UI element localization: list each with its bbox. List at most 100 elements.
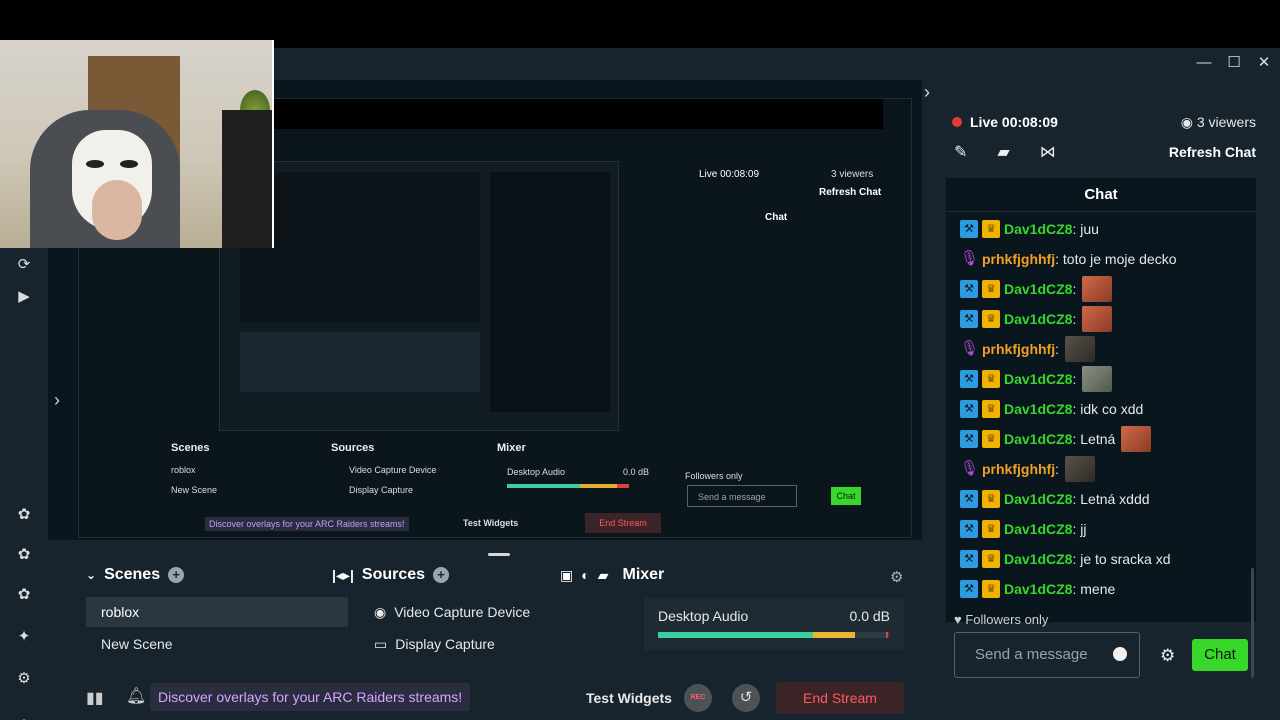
nested-promo: Discover overlays for your ARC Raiders s…	[205, 517, 409, 531]
chat-username[interactable]: prhkfjghhfj	[982, 251, 1055, 267]
dock-resize-handle[interactable]	[488, 553, 510, 556]
chat-text: :	[1055, 341, 1059, 357]
source-item[interactable]: ◉ Video Capture Device	[366, 598, 626, 626]
viewer-count: ◉ 3 viewers	[1181, 114, 1256, 131]
mixer-title: Mixer	[622, 566, 665, 583]
moderator-badge-icon: ⚒	[960, 580, 978, 598]
chat-username[interactable]: prhkfjghhfj	[982, 341, 1055, 357]
close-icon[interactable]: ✕	[1258, 54, 1271, 71]
nested-message-input: Send a message	[687, 485, 797, 507]
screen-icon[interactable]: ▣	[560, 567, 573, 584]
nested-source-video: Video Capture Device	[349, 465, 437, 475]
followers-only-text: Followers only	[965, 612, 1049, 627]
chat-settings-icon[interactable]: ⚙	[1160, 646, 1175, 666]
add-scene-button[interactable]: +	[168, 567, 185, 583]
add-source-button[interactable]: +	[433, 567, 450, 583]
chat-username[interactable]: Dav1dCZ8	[1004, 581, 1072, 597]
refresh-chat-button[interactable]: Refresh Chat	[1169, 144, 1256, 160]
broadcaster-mic-icon: 🎙︎	[960, 250, 980, 267]
highlighter-icon[interactable]: ✿	[14, 584, 34, 604]
folder-icon[interactable]: ▰	[598, 567, 609, 584]
scene-item[interactable]: New Scene	[86, 629, 348, 659]
scene-item[interactable]: roblox	[86, 597, 348, 627]
editor-dock: ⌄ Scenes + roblox New Scene |◂▸| Sources…	[78, 562, 912, 674]
dashboard-icon[interactable]: ⟳	[14, 254, 34, 274]
emoji-icon[interactable]	[1113, 647, 1127, 661]
chat-text: : Letná	[1072, 431, 1116, 447]
moderator-badge-icon: ⚒	[960, 370, 978, 388]
chat-message: ⚒ ♛ Dav1dCZ8: Letná	[960, 426, 1152, 452]
crown-badge-icon: ♛	[982, 430, 1000, 448]
mixer-settings-icon[interactable]: ⚙	[890, 568, 903, 586]
audio-icon[interactable]: ◐	[581, 567, 589, 583]
chat-message: ⚒ ♛ Dav1dCZ8: juu	[960, 216, 1099, 242]
nested-inner-frame	[219, 161, 619, 431]
replay-buffer-icon[interactable]: ↺	[732, 684, 760, 712]
theme-icon[interactable]: ✿	[14, 504, 34, 524]
emote-image	[1082, 276, 1113, 302]
nested-scenes-title: Scenes	[171, 442, 210, 454]
mixer-channel-label: Desktop Audio	[658, 608, 749, 624]
chat-username[interactable]: Dav1dCZ8	[1004, 371, 1072, 387]
nested-viewers: 3 viewers	[831, 169, 874, 180]
source-item[interactable]: ▭ Display Capture	[366, 630, 626, 658]
chat-text: : je to sracka xd	[1072, 551, 1171, 567]
chat-username[interactable]: prhkfjghhfj	[982, 461, 1055, 477]
chevron-right-icon[interactable]: ›	[924, 82, 930, 103]
chat-text: : mene	[1072, 581, 1116, 597]
chat-message-input[interactable]: Send a message	[954, 632, 1140, 678]
test-widgets-button[interactable]: Test Widgets	[586, 690, 672, 706]
crown-badge-icon: ♛	[982, 580, 1000, 598]
chat-username[interactable]: Dav1dCZ8	[1004, 311, 1072, 327]
edit-icon[interactable]: ✎	[954, 142, 967, 162]
emote-image	[1065, 456, 1095, 482]
chat-username[interactable]: Dav1dCZ8	[1004, 401, 1072, 417]
chat-username[interactable]: Dav1dCZ8	[1004, 521, 1072, 537]
record-button[interactable]: REC	[684, 684, 712, 712]
chat-text: : juu	[1072, 221, 1099, 237]
app-store-icon[interactable]: ✿	[14, 544, 34, 564]
promo-banner[interactable]: Discover overlays for your ARC Raiders s…	[150, 683, 471, 711]
chat-text: :	[1072, 371, 1077, 387]
chat-message: 🎙︎ prhkfjghhfj:	[960, 336, 1095, 362]
stats-icon[interactable]: ▮▮	[86, 688, 104, 708]
nested-source-display: Display Capture	[349, 485, 414, 495]
broadcaster-mic-icon: 🎙︎	[960, 340, 980, 357]
mixer-channel: Desktop Audio 0.0 dB	[644, 598, 904, 650]
send-chat-button[interactable]: Chat	[1192, 639, 1248, 671]
chat-text: : toto je moje decko	[1055, 251, 1177, 267]
nested-audio-meter	[507, 484, 629, 488]
chat-text: :	[1072, 281, 1077, 297]
sparkle-icon[interactable]: ✦	[14, 626, 34, 646]
chevron-down-icon[interactable]: ⌄	[86, 568, 96, 582]
collapse-panel-icon[interactable]: |◂▸|	[332, 567, 354, 584]
crown-badge-icon: ♛	[982, 370, 1000, 388]
nested-test-widgets: Test Widgets	[463, 518, 519, 528]
nested-followers: Followers only	[685, 471, 743, 481]
notification-bell-icon[interactable]: 🔔︎	[126, 686, 146, 706]
minimize-icon[interactable]: —	[1197, 54, 1212, 71]
source-label: Video Capture Device	[394, 604, 531, 620]
crown-badge-icon: ♛	[982, 220, 1000, 238]
chat-username[interactable]: Dav1dCZ8	[1004, 491, 1072, 507]
live-status: Live 00:08:09	[952, 114, 1058, 130]
chat-message: ⚒ ♛ Dav1dCZ8: Letná xddd	[960, 486, 1150, 512]
chat-scrollbar[interactable]	[1251, 568, 1254, 678]
chat-username[interactable]: Dav1dCZ8	[1004, 281, 1072, 297]
camera-icon[interactable]: ▰	[997, 142, 1009, 162]
chat-username[interactable]: Dav1dCZ8	[1004, 431, 1072, 447]
play-icon[interactable]: ▶	[14, 286, 34, 306]
nested-mixer-title: Mixer	[497, 442, 526, 454]
share-icon[interactable]: ⋈	[1040, 142, 1056, 162]
maximize-icon[interactable]: ☐	[1227, 54, 1240, 71]
chevron-right-icon[interactable]: ›	[54, 390, 60, 411]
chat-username[interactable]: Dav1dCZ8	[1004, 551, 1072, 567]
chat-message: ⚒ ♛ Dav1dCZ8: jj	[960, 516, 1086, 542]
end-stream-button[interactable]: End Stream	[776, 682, 904, 714]
source-label: Display Capture	[395, 636, 495, 652]
crown-badge-icon: ♛	[982, 520, 1000, 538]
profile-icon[interactable]: ●	[14, 712, 34, 720]
settings-gear-icon[interactable]: ⚙	[14, 668, 34, 688]
chat-username[interactable]: Dav1dCZ8	[1004, 221, 1072, 237]
nested-mixer-db: 0.0 dB	[623, 467, 650, 477]
